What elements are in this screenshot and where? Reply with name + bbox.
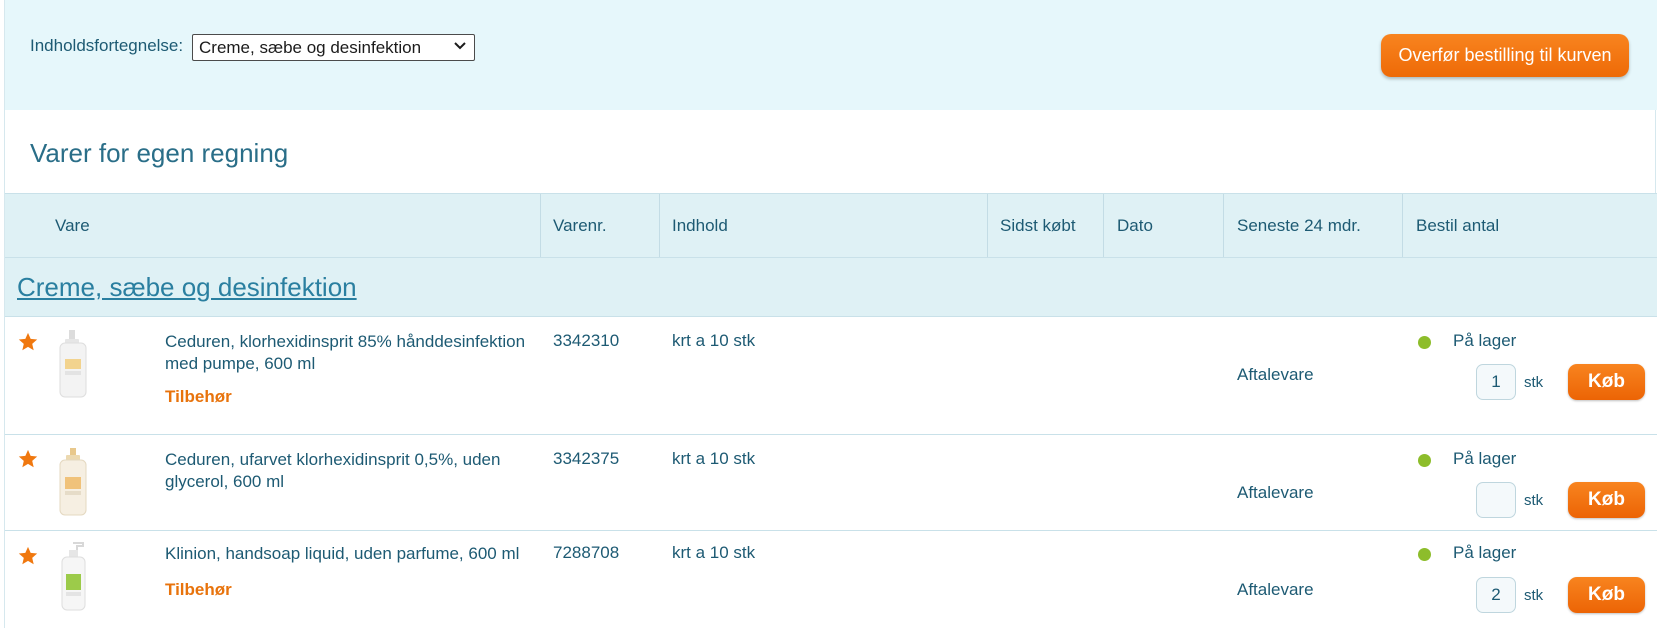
- column-divider: [540, 194, 541, 257]
- stock-status-dot-icon: [1418, 548, 1431, 561]
- product-number: 7288708: [553, 543, 620, 562]
- chevron-down-icon: [454, 42, 466, 50]
- toc-selected-value: Creme, sæbe og desinfektion: [199, 38, 422, 57]
- stock-status-dot-icon: [1418, 336, 1431, 349]
- transfer-to-cart-button[interactable]: Overfør bestilling til kurven: [1381, 34, 1629, 77]
- stock-status: På lager: [1453, 543, 1517, 562]
- table-row: Ceduren, klorhexidinsprit 85% hånddesinf…: [5, 317, 1657, 435]
- stock-status: På lager: [1453, 449, 1517, 468]
- toolbar: Indholdsfortegnelse: Creme, sæbe og desi…: [5, 0, 1657, 110]
- product-name[interactable]: Ceduren, klorhexidinsprit 85% hånddesinf…: [165, 331, 535, 375]
- column-divider: [1402, 194, 1403, 257]
- page-frame: Indholdsfortegnelse: Creme, sæbe og desi…: [4, 0, 1657, 628]
- column-header-bestil-antal: Bestil antal: [1416, 216, 1500, 235]
- buy-button[interactable]: Køb: [1568, 364, 1645, 400]
- product-number: 3342310: [553, 331, 620, 350]
- accessory-link[interactable]: Tilbehør: [165, 580, 232, 600]
- category-link[interactable]: Creme, sæbe og desinfektion: [17, 272, 357, 303]
- favorite-star-icon[interactable]: [17, 545, 39, 567]
- quantity-input[interactable]: [1476, 364, 1516, 400]
- product-name[interactable]: Klinion, handsoap liquid, uden parfume, …: [165, 543, 535, 565]
- product-number: 3342375: [553, 449, 620, 468]
- product-bottle-icon[interactable]: [53, 329, 93, 399]
- column-header-sidst-kobt[interactable]: Sidst købt: [1000, 194, 1076, 257]
- column-divider: [1223, 194, 1224, 257]
- column-divider: [1103, 194, 1104, 257]
- accessory-link[interactable]: Tilbehør: [165, 387, 232, 407]
- product-content: krt a 10 stk: [672, 331, 756, 350]
- favorite-star-icon[interactable]: [17, 448, 39, 470]
- favorite-star-icon[interactable]: [17, 331, 39, 353]
- unit-label: stk: [1524, 374, 1544, 391]
- product-content: krt a 10 stk: [672, 449, 756, 468]
- product-content: krt a 10 stk: [672, 543, 756, 562]
- column-header-vare[interactable]: Vare: [55, 194, 90, 257]
- quantity-input[interactable]: [1476, 482, 1516, 518]
- stock-status: På lager: [1453, 331, 1517, 350]
- buy-button[interactable]: Køb: [1568, 577, 1645, 613]
- category-row: Creme, sæbe og desinfektion: [5, 258, 1657, 316]
- unit-label: stk: [1524, 587, 1544, 604]
- column-header-varenr[interactable]: Varenr.: [553, 194, 607, 257]
- product-name[interactable]: Ceduren, ufarvet klorhexidinsprit 0,5%, …: [165, 449, 535, 493]
- column-header-seneste-24-mdr[interactable]: Seneste 24 mdr.: [1237, 194, 1361, 257]
- product-bottle-icon[interactable]: [53, 447, 93, 517]
- agreement-label: Aftalevare: [1237, 483, 1314, 502]
- column-divider: [987, 194, 988, 257]
- toc-select[interactable]: Creme, sæbe og desinfektion: [192, 34, 475, 61]
- unit-label: stk: [1524, 492, 1544, 509]
- quantity-input[interactable]: [1476, 577, 1516, 613]
- section-title: Varer for egen regning: [30, 138, 289, 168]
- table-row: Klinion, handsoap liquid, uden parfume, …: [5, 531, 1657, 628]
- agreement-label: Aftalevare: [1237, 365, 1314, 384]
- table-row: Ceduren, ufarvet klorhexidinsprit 0,5%, …: [5, 435, 1657, 531]
- buy-button[interactable]: Køb: [1568, 482, 1645, 518]
- table-header: Vare Varenr. Indhold Sidst købt Dato Sen…: [5, 194, 1657, 257]
- column-header-dato[interactable]: Dato: [1117, 194, 1153, 257]
- stock-status-dot-icon: [1418, 454, 1431, 467]
- column-divider: [659, 194, 660, 257]
- product-bottle-icon[interactable]: [53, 542, 93, 612]
- toc-label: Indholdsfortegnelse:: [30, 36, 184, 55]
- agreement-label: Aftalevare: [1237, 580, 1314, 599]
- column-header-indhold[interactable]: Indhold: [672, 194, 728, 257]
